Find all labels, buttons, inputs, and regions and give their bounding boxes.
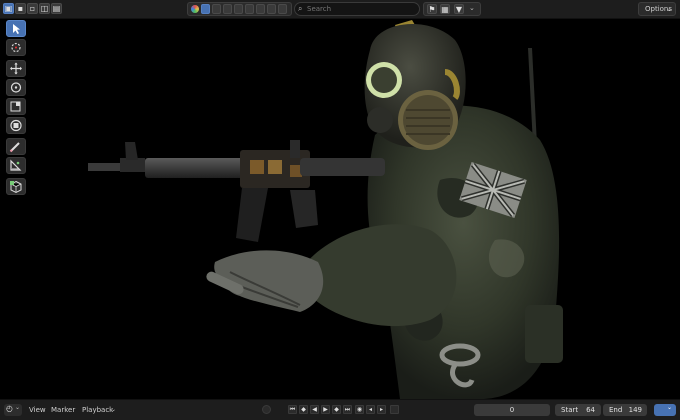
prev-keyframe-icon[interactable]: ◆ <box>299 405 308 414</box>
rotate-icon <box>10 82 22 93</box>
chevron-down-icon[interactable]: ⌄ <box>469 4 475 12</box>
pencil-icon <box>9 142 20 153</box>
chevron-down-icon: ⌄ <box>666 5 672 13</box>
chevron-down-icon: ⌄ <box>15 404 21 411</box>
start-value: 64 <box>586 406 595 414</box>
search-input[interactable] <box>307 3 415 15</box>
rifle <box>88 140 385 242</box>
rendered-icon[interactable] <box>245 4 254 14</box>
jump-start-icon[interactable]: ⏮ <box>288 405 297 414</box>
move-tool[interactable] <box>6 60 26 77</box>
timeline-header: ◴ ⌄ View Marker Playback ⌄ ⏮ ◆ ◀ ▶ ◆ ⏭ ◉… <box>0 399 680 420</box>
transform-icon <box>10 119 22 132</box>
view-options-button[interactable]: ⌄ <box>654 404 676 416</box>
annotate-tool[interactable] <box>6 138 26 155</box>
record-toggle-icon[interactable] <box>262 405 271 414</box>
filter-icon[interactable]: ▼ <box>454 4 464 14</box>
add-cube-tool[interactable] <box>6 178 26 195</box>
viewport-shading-group <box>187 2 292 16</box>
auto-key-icon[interactable] <box>390 405 399 414</box>
tool-shelf <box>6 20 28 196</box>
ruler-icon <box>10 159 22 171</box>
filter-tools: ⚑ ▦ ▼ ⌄ <box>423 2 481 16</box>
chevron-down-icon: ⌄ <box>111 406 117 413</box>
selection-mode-subtract-icon[interactable]: ▫ <box>27 3 38 14</box>
options-button[interactable]: Options ⌄ <box>638 2 676 16</box>
search-field[interactable]: ⌕ <box>294 2 420 16</box>
rotate-tool[interactable] <box>6 79 26 96</box>
render-scene <box>88 20 563 399</box>
key-prev-icon[interactable]: ◂ <box>366 405 375 414</box>
cursor-tool[interactable] <box>6 39 26 56</box>
move-arrows-icon <box>10 62 22 75</box>
viewport-header: ▣ ▪ ▫ ◫ ▤ ⌕ ⚑ ▦ ▼ ⌄ Options ⌄ <box>0 0 680 19</box>
selection-mode-extend-icon[interactable]: ▪ <box>15 3 26 14</box>
scale-icon <box>10 101 21 112</box>
next-keyframe-icon[interactable]: ◆ <box>332 405 341 414</box>
play-reverse-icon[interactable]: ◀ <box>310 405 319 414</box>
start-label: Start <box>561 406 579 414</box>
jump-end-icon[interactable]: ⏭ <box>343 405 352 414</box>
current-frame-field[interactable]: 0 <box>474 404 550 416</box>
selection-mode-intersect-icon[interactable]: ▤ <box>51 3 62 14</box>
start-frame-field[interactable]: Start 64 <box>555 404 601 416</box>
editor-type-icon[interactable] <box>191 5 199 13</box>
display-mode-icon[interactable]: ▦ <box>440 4 450 14</box>
material-preview-icon[interactable] <box>234 4 243 14</box>
cursor-arrow-icon <box>13 24 20 34</box>
measure-tool[interactable] <box>6 157 26 174</box>
wireframe-icon[interactable] <box>212 4 221 14</box>
bookmark-icon[interactable]: ⚑ <box>427 4 437 14</box>
menu-view[interactable]: View <box>29 406 46 414</box>
selection-mode-new-icon[interactable]: ▣ <box>3 3 14 14</box>
overlay-icon[interactable] <box>256 4 265 14</box>
chevron-down-icon: ⌄ <box>667 404 673 411</box>
search-icon: ⌕ <box>298 4 303 13</box>
select-box-tool[interactable] <box>6 20 26 37</box>
end-frame-field[interactable]: End 149 <box>603 404 647 416</box>
selection-mode-invert-icon[interactable]: ◫ <box>39 3 50 14</box>
transform-tool[interactable] <box>6 117 26 134</box>
key-next-icon[interactable]: ▸ <box>377 405 386 414</box>
play-icon[interactable]: ▶ <box>321 405 330 414</box>
end-label: End <box>609 406 623 414</box>
editor-type-button[interactable]: ◴ ⌄ <box>4 404 22 416</box>
current-frame-value: 0 <box>509 406 515 414</box>
crosshair-icon <box>11 42 21 53</box>
soldier-arm <box>300 224 457 327</box>
menu-marker[interactable]: Marker <box>51 406 75 414</box>
menu-playback[interactable]: Playback <box>82 406 113 414</box>
end-value: 149 <box>628 406 642 414</box>
clock-icon: ◴ <box>6 404 13 413</box>
cube-add-icon <box>10 180 22 194</box>
gloved-hand <box>206 250 324 312</box>
solid-icon[interactable] <box>223 4 232 14</box>
object-mode-icon[interactable] <box>201 4 210 14</box>
gizmo-icon[interactable] <box>267 4 276 14</box>
gas-mask-head <box>364 20 466 150</box>
scale-tool[interactable] <box>6 98 26 115</box>
keying-icon[interactable]: ◉ <box>355 405 364 414</box>
xray-icon[interactable] <box>278 4 287 14</box>
3d-viewport[interactable] <box>0 19 680 399</box>
